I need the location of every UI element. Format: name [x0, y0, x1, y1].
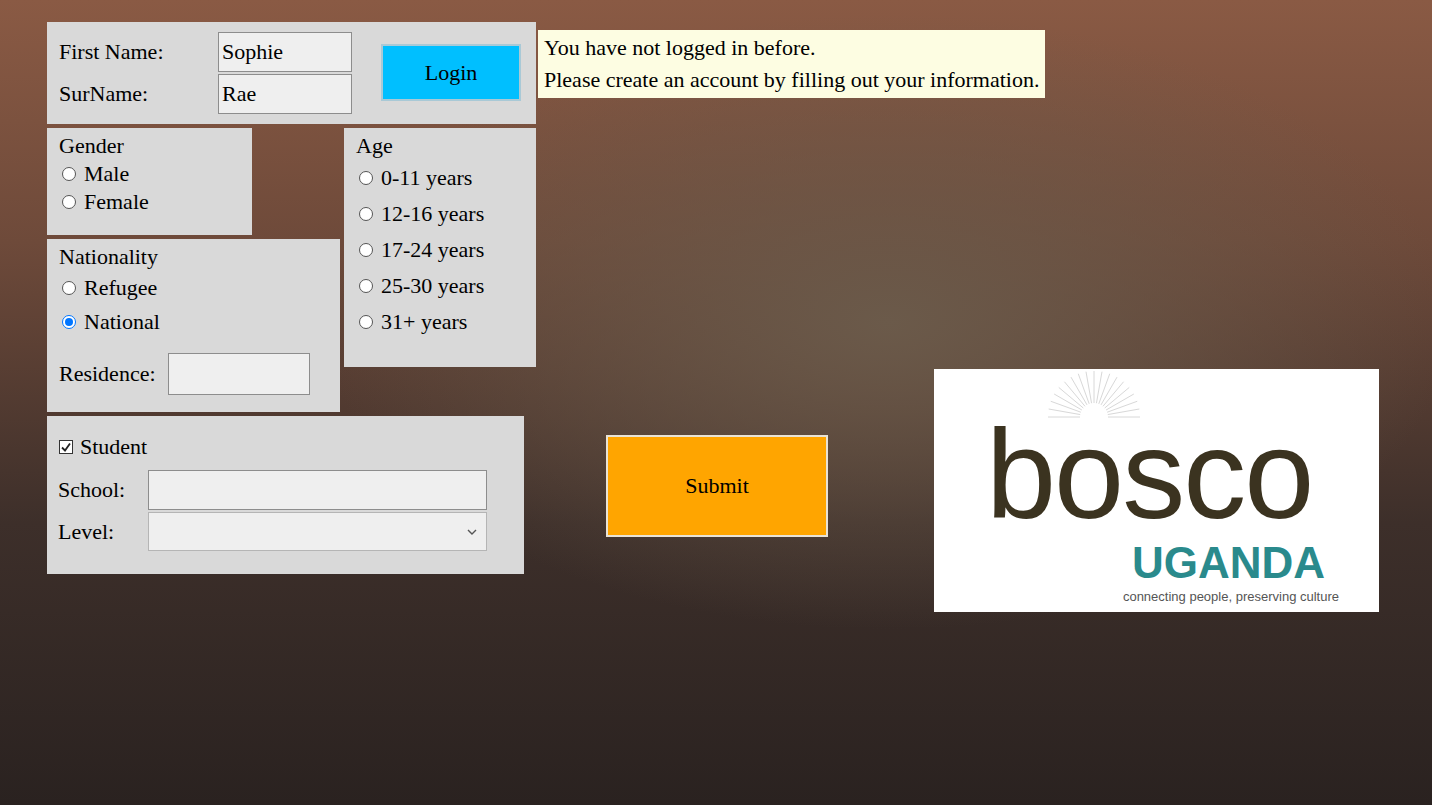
radio-label: 12-16 years: [381, 201, 484, 227]
residence-row: Residence:: [59, 353, 330, 395]
field-label: School:: [58, 477, 148, 503]
student-checkbox[interactable]: [59, 440, 73, 454]
radio-option[interactable]: Refugee: [59, 271, 330, 305]
radio-option[interactable]: 0-11 years: [356, 160, 526, 196]
message-box: You have not logged in before.Please cre…: [538, 30, 1045, 98]
gender-panel: GenderMaleFemale: [47, 128, 252, 235]
choice-column: GenderMaleFemaleNationalityRefugeeNation…: [47, 128, 340, 412]
field-label: Level:: [58, 519, 148, 545]
radio-button[interactable]: [62, 315, 76, 329]
radio-label: 25-30 years: [381, 273, 484, 299]
radio-option[interactable]: 25-30 years: [356, 268, 526, 304]
age-panel: Age 0-11 years 12-16 years 17-24 years 25-30…: [344, 128, 536, 367]
radio-button[interactable]: [359, 243, 373, 257]
radio-option[interactable]: 12-16 years: [356, 196, 526, 232]
student-checkbox-row[interactable]: Student: [58, 432, 512, 462]
checkbox-label: Student: [80, 434, 147, 460]
background-photo: First Name: SurName: Login GenderMaleFemale…: [0, 0, 1432, 805]
logo-name: bosco: [986, 415, 1312, 535]
action-row: Submit bosco UGANDA connecting people, pres…: [538, 369, 1379, 612]
name-panel: First Name: SurName: Login: [47, 22, 536, 124]
choice-row: GenderMaleFemaleNationalityRefugeeNation…: [47, 128, 536, 412]
radio-label: 0-11 years: [381, 165, 472, 191]
radio-label: 31+ years: [381, 309, 467, 335]
name-input[interactable]: [218, 32, 352, 72]
radio-button[interactable]: [359, 279, 373, 293]
login-button[interactable]: Login: [381, 44, 521, 101]
radio-button[interactable]: [62, 281, 76, 295]
radio-option[interactable]: 17-24 years: [356, 232, 526, 268]
bosco-logo: bosco UGANDA connecting people, preserving…: [934, 369, 1379, 612]
field-label: SurName:: [59, 81, 218, 107]
level-select[interactable]: [148, 512, 487, 551]
submit-button[interactable]: Submit: [606, 435, 828, 537]
radio-button[interactable]: [62, 167, 76, 181]
group-title: Nationality: [59, 243, 330, 271]
radio-button[interactable]: [359, 207, 373, 221]
radio-button[interactable]: [359, 315, 373, 329]
radio-button[interactable]: [62, 195, 76, 209]
radio-button[interactable]: [359, 171, 373, 185]
radio-option[interactable]: National: [59, 305, 330, 339]
radio-label: Female: [84, 189, 149, 215]
name-input[interactable]: [218, 74, 352, 114]
nationality-panel: Nationality Refugee National Residence:: [47, 239, 340, 412]
group-title: Gender: [59, 132, 240, 160]
radio-label: 17-24 years: [381, 237, 484, 263]
radio-label: Refugee: [84, 275, 157, 301]
chevron-down-icon: [466, 528, 478, 536]
field-label: First Name:: [59, 39, 218, 65]
radio-label: Male: [84, 161, 129, 187]
group-title: Age: [356, 132, 526, 160]
radio-option[interactable]: Female: [59, 188, 240, 216]
logo-country: UGANDA: [1132, 541, 1325, 585]
field-label: Residence:: [59, 361, 156, 387]
radio-option[interactable]: 31+ years: [356, 304, 526, 340]
student-fields: School: Level:: [58, 470, 512, 551]
radio-option[interactable]: Male: [59, 160, 240, 188]
message-line: Please create an account by filling out …: [544, 64, 1039, 96]
name-fields: First Name: SurName:: [59, 32, 352, 114]
radio-label: National: [84, 309, 160, 335]
student-panel: Student School: Level:: [47, 416, 524, 574]
school-input[interactable]: [148, 470, 487, 510]
right-area: You have not logged in before.Please cre…: [538, 22, 1379, 805]
check-icon: [60, 441, 72, 453]
message-line: You have not logged in before.: [544, 32, 1039, 64]
form-column: First Name: SurName: Login GenderMaleFemale…: [47, 22, 536, 805]
residence-input[interactable]: [168, 353, 310, 395]
logo-tagline: connecting people, preserving culture: [1123, 589, 1339, 604]
